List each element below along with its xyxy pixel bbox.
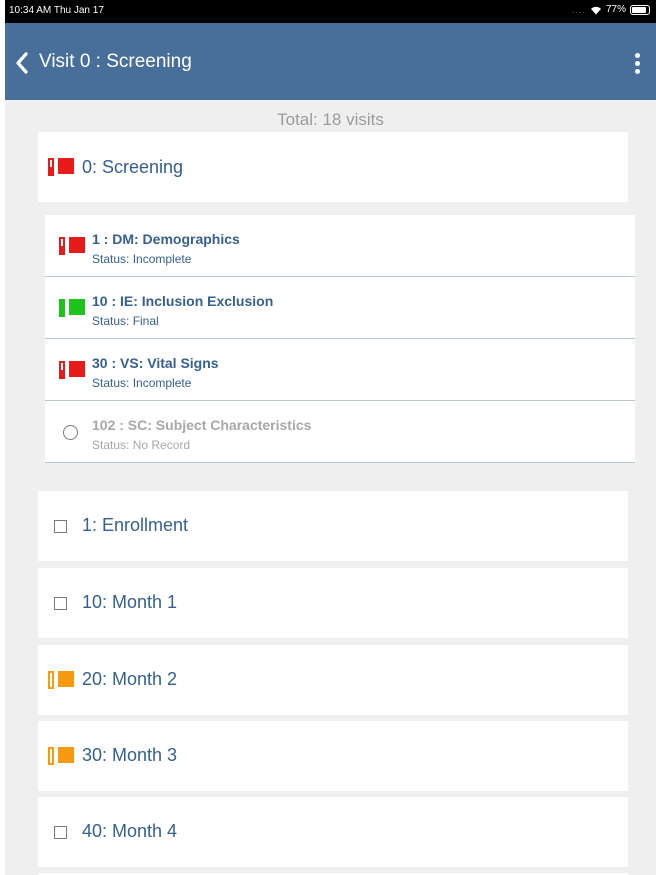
- status-flag-icon: [59, 299, 86, 317]
- visit-list[interactable]: Total: 18 visits 0: Screening 1 : DM: De…: [5, 100, 656, 875]
- signal-dots: ....: [571, 4, 586, 15]
- vertical-ellipsis-icon: [634, 52, 640, 58]
- form-item-inclusion-exclusion[interactable]: 10 : IE: Inclusion Exclusion Status: Fin…: [45, 277, 635, 339]
- visit-item-month-1[interactable]: 10: Month 1: [38, 568, 628, 638]
- visit-label: 0: Screening: [82, 157, 184, 177]
- status-flag-icon: [48, 158, 75, 176]
- visit-label: 30: Month 3: [82, 745, 178, 765]
- empty-checkbox-icon: [54, 597, 67, 610]
- visit-label: 10: Month 1: [82, 592, 178, 612]
- status-flag-icon: [48, 747, 75, 765]
- visit-item-month-2[interactable]: 20: Month 2: [38, 645, 628, 715]
- form-status: Status: Incomplete: [92, 376, 192, 390]
- status-flag-icon: [59, 237, 86, 255]
- form-title: 30 : VS: Vital Signs: [92, 355, 219, 371]
- status-flag-icon: [59, 361, 86, 379]
- form-title: 10 : IE: Inclusion Exclusion: [92, 293, 274, 309]
- empty-checkbox-icon: [54, 520, 67, 533]
- form-status: Status: No Record: [92, 438, 191, 452]
- form-list: 1 : DM: Demographics Status: Incomplete …: [45, 215, 635, 463]
- form-title: 1 : DM: Demographics: [92, 231, 240, 247]
- page-title: Visit 0 : Screening: [39, 51, 192, 72]
- more-options-button[interactable]: [630, 49, 644, 77]
- form-item-demographics[interactable]: 1 : DM: Demographics Status: Incomplete: [45, 215, 635, 277]
- visit-item-screening[interactable]: 0: Screening: [38, 132, 628, 202]
- nav-bar: Visit 0 : Screening: [5, 23, 656, 100]
- total-visits: Total: 18 visits: [277, 110, 384, 129]
- form-title: 102 : SC: Subject Characteristics: [92, 417, 312, 433]
- visit-label: 40: Month 4: [82, 821, 178, 841]
- form-item-vital-signs[interactable]: 30 : VS: Vital Signs Status: Incomplete: [45, 339, 635, 401]
- wifi-icon: [590, 6, 601, 14]
- visit-label: 20: Month 2: [82, 669, 178, 689]
- visit-item-month-4[interactable]: 40: Month 4: [38, 797, 628, 867]
- no-record-circle-icon: [63, 425, 78, 440]
- chevron-left-icon: [16, 52, 28, 74]
- status-time: 10:34 AM Thu Jan 17: [9, 5, 104, 16]
- form-item-subject-characteristics[interactable]: 102 : SC: Subject Characteristics Status…: [45, 401, 635, 463]
- battery-icon: [630, 4, 650, 15]
- visit-item-enrollment[interactable]: 1: Enrollment: [38, 491, 628, 561]
- status-flag-icon: [48, 671, 75, 689]
- visit-label: 1: Enrollment: [82, 515, 189, 535]
- form-status: Status: Incomplete: [92, 252, 192, 266]
- empty-checkbox-icon: [54, 826, 67, 839]
- battery-percent: 77%: [605, 4, 626, 15]
- visit-item-month-3[interactable]: 30: Month 3: [38, 721, 628, 791]
- status-bar: 10:34 AM Thu Jan 17 .... 77%: [5, 0, 656, 23]
- back-button[interactable]: [10, 49, 34, 77]
- form-status: Status: Final: [92, 314, 159, 328]
